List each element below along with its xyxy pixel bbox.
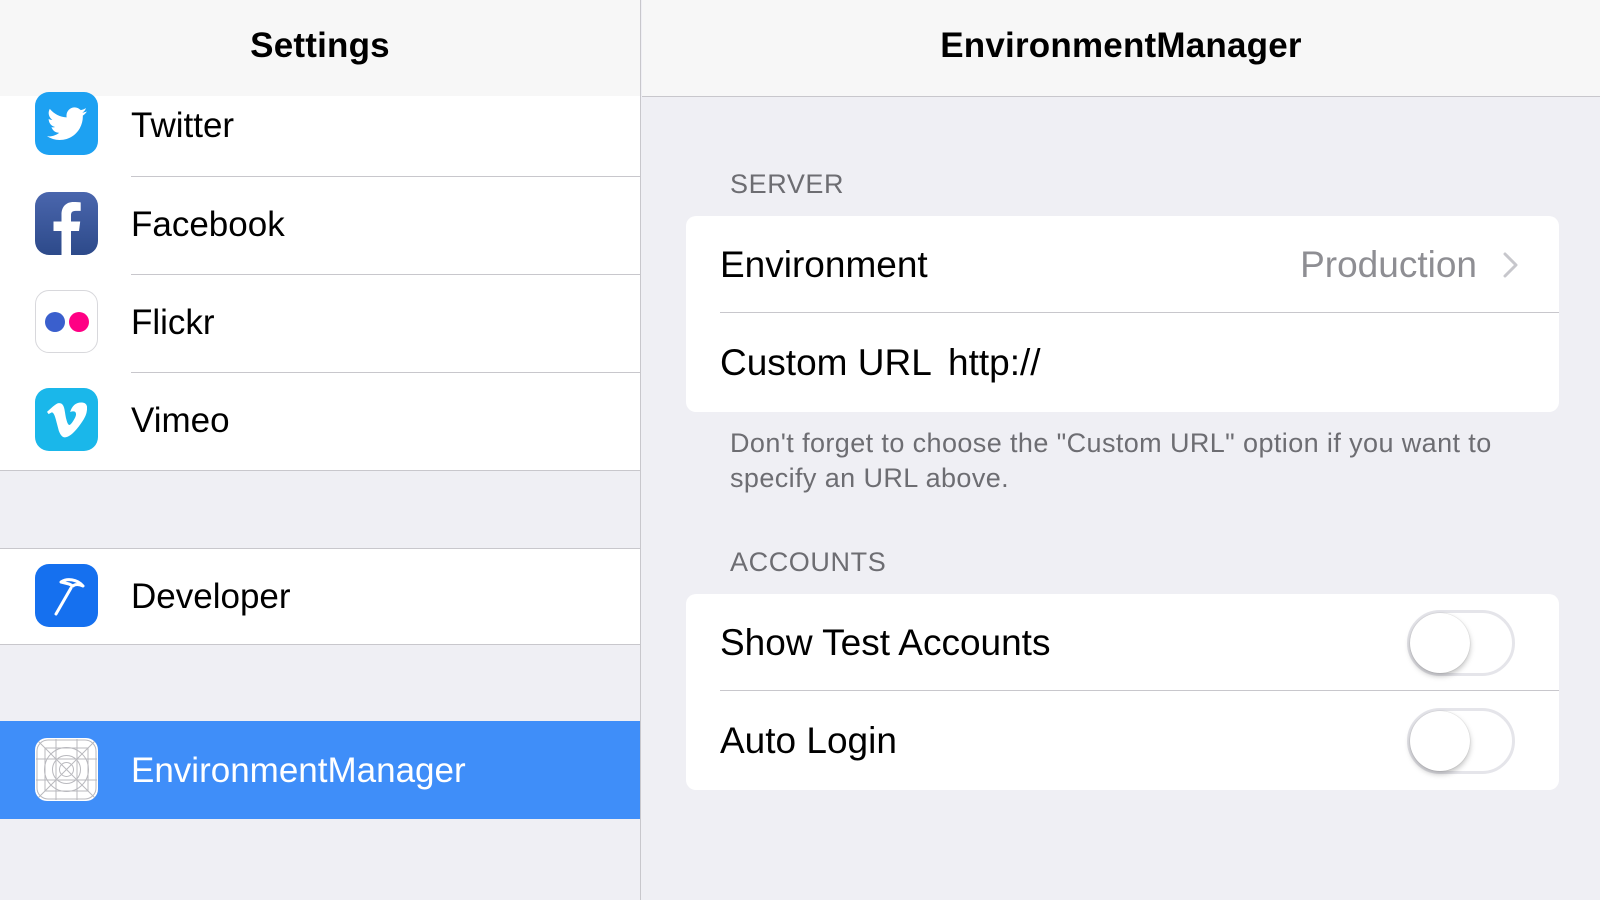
environment-manager-detail-pane: EnvironmentManager SERVER Environment Pr… [642,0,1600,900]
auto-login-label: Auto Login [720,719,897,761]
master-title: Settings [250,26,390,65]
sidebar-item-label: Developer [131,577,291,616]
auto-login-toggle[interactable] [1407,707,1515,774]
server-card: Environment Production Custom URL [686,216,1559,412]
sidebar-item-developer[interactable]: Developer [0,549,640,646]
settings-master-pane: Settings Twitter Facebook Flickr Vimeo D… [0,0,641,900]
toggle-knob [1410,710,1470,771]
accounts-section-header: ACCOUNTS [730,547,887,577]
toggle-knob [1410,612,1470,673]
social-accounts-group: Twitter Facebook Flickr Vimeo [0,92,640,471]
detail-nav-bar: EnvironmentManager [642,0,1600,97]
environment-label: Environment [720,243,928,285]
hammer-icon [35,564,98,627]
custom-url-row: Custom URL [686,313,1559,412]
environment-row[interactable]: Environment Production [686,216,1559,313]
custom-url-input[interactable] [948,341,1508,384]
flickr-icon [35,290,98,353]
show-test-accounts-label: Show Test Accounts [720,621,1051,663]
facebook-icon [35,192,98,255]
sidebar-item-environmentmanager[interactable]: EnvironmentManager [0,722,640,820]
auto-login-row: Auto Login [686,691,1559,790]
custom-url-label: Custom URL [720,341,932,383]
show-test-accounts-row: Show Test Accounts [686,594,1559,691]
sidebar-item-flickr[interactable]: Flickr [0,275,640,373]
environment-manager-group: EnvironmentManager [0,721,640,819]
sidebar-item-label: Facebook [131,205,285,244]
sidebar-item-twitter[interactable]: Twitter [0,79,640,177]
server-section-header: SERVER [730,169,845,199]
show-test-accounts-toggle[interactable] [1407,609,1515,676]
vimeo-icon [35,388,98,451]
sidebar-item-label: Twitter [131,106,235,145]
server-footer-note: Don't forget to choose the "Custom URL" … [730,428,1492,493]
sidebar-item-label: Vimeo [131,401,230,440]
accounts-card: Show Test Accounts Auto Login [686,594,1559,790]
detail-title: EnvironmentManager [940,26,1302,65]
environment-value: Production [1300,243,1477,285]
developer-group: Developer [0,548,640,645]
sidebar-item-facebook[interactable]: Facebook [0,177,640,275]
app-placeholder-icon [35,738,98,801]
twitter-icon [35,92,98,155]
sidebar-item-label: Flickr [131,303,215,342]
sidebar-item-vimeo[interactable]: Vimeo [0,373,640,471]
chevron-right-icon [1503,252,1518,277]
sidebar-item-label: EnvironmentManager [131,751,466,790]
